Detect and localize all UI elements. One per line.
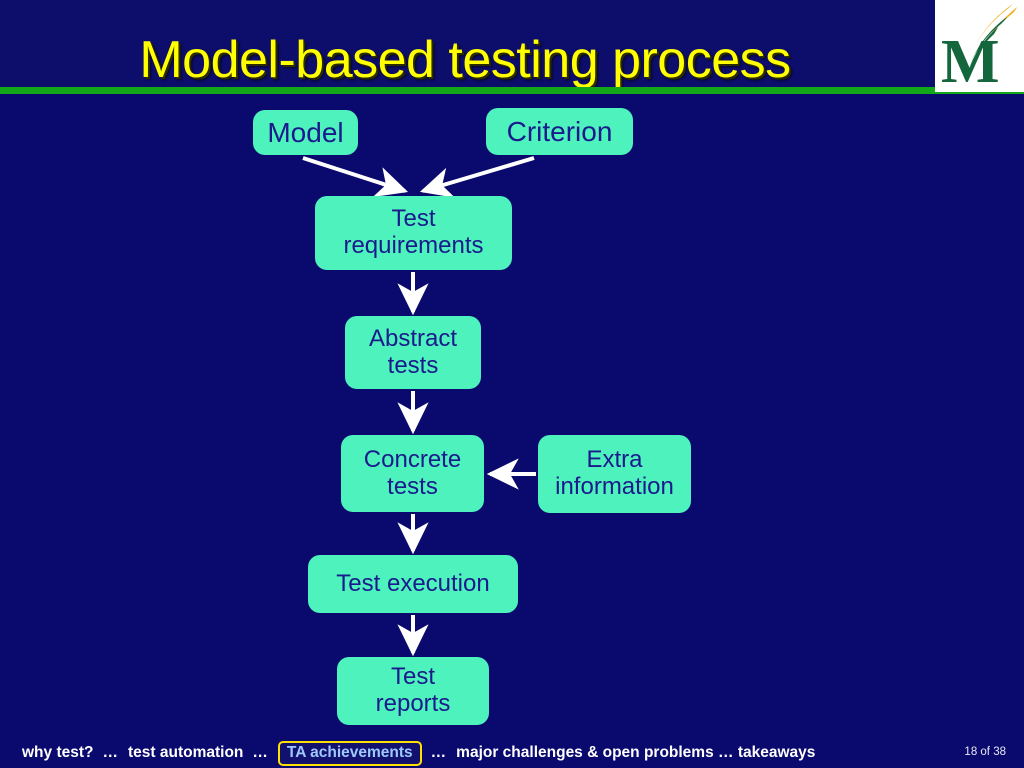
node-test-requirements[interactable]: Test requirements — [315, 196, 512, 270]
footer-navigation: why test? … test automation … TA achieve… — [22, 740, 824, 766]
footer-item-ta-achievements-current[interactable]: TA achievements — [277, 740, 422, 766]
svg-text:M: M — [941, 28, 1000, 92]
node-concrete-tests-line-2: tests — [387, 472, 438, 500]
footer-separator-2: … — [252, 744, 269, 761]
node-criterion[interactable]: Criterion — [486, 108, 633, 155]
edge-model-to-testreq — [302, 156, 409, 197]
node-model-line-1: Model — [267, 116, 344, 148]
header-divider — [0, 87, 1024, 94]
gmu-m-logo-icon: M — [935, 0, 1024, 92]
node-extra-information-line-2: information — [555, 473, 674, 500]
university-logo: M — [935, 0, 1024, 92]
node-test-reports-line-1: Test — [390, 663, 435, 691]
node-model[interactable]: Model — [253, 110, 358, 155]
footer-item-major-challenges[interactable]: major challenges & open problems … takea… — [456, 744, 815, 762]
node-concrete-tests[interactable]: Concrete tests — [341, 435, 484, 512]
node-test-execution[interactable]: Test execution — [308, 555, 518, 613]
node-abstract-tests[interactable]: Abstract tests — [345, 316, 481, 389]
edge-criterion-to-testreq — [419, 156, 535, 198]
page-title: Model-based testing process — [139, 31, 791, 89]
node-test-reports[interactable]: Test reports — [337, 657, 489, 725]
node-test-reports-line-2: reports — [375, 690, 451, 717]
node-test-execution-line-1: Test execution — [336, 569, 490, 597]
node-abstract-tests-line-2: tests — [387, 351, 439, 379]
page-number: 18 of 38 — [964, 746, 1006, 758]
node-test-requirements-line-2: requirements — [343, 232, 484, 259]
node-abstract-tests-line-1: Abstract — [368, 324, 458, 352]
slide-footer: why test? … test automation … TA achieve… — [0, 738, 1024, 768]
flowchart-arrows — [302, 156, 536, 657]
node-test-requirements-line-1: Test — [391, 205, 436, 233]
node-extra-information-line-1: Extra — [586, 446, 643, 474]
footer-separator-1: … — [102, 744, 119, 761]
node-extra-information[interactable]: Extra information — [538, 435, 691, 513]
node-criterion-line-1: Criterion — [506, 115, 613, 147]
flowchart: Model Criterion Test requirements Abstra… — [0, 94, 1024, 734]
node-concrete-tests-line-1: Concrete — [363, 445, 462, 473]
footer-item-test-automation[interactable]: test automation — [128, 744, 243, 762]
footer-item-why-test[interactable]: why test? — [22, 744, 93, 762]
slide-canvas: Model-based testing process M Model Crit… — [0, 0, 1024, 768]
footer-separator-3: … — [430, 744, 448, 761]
